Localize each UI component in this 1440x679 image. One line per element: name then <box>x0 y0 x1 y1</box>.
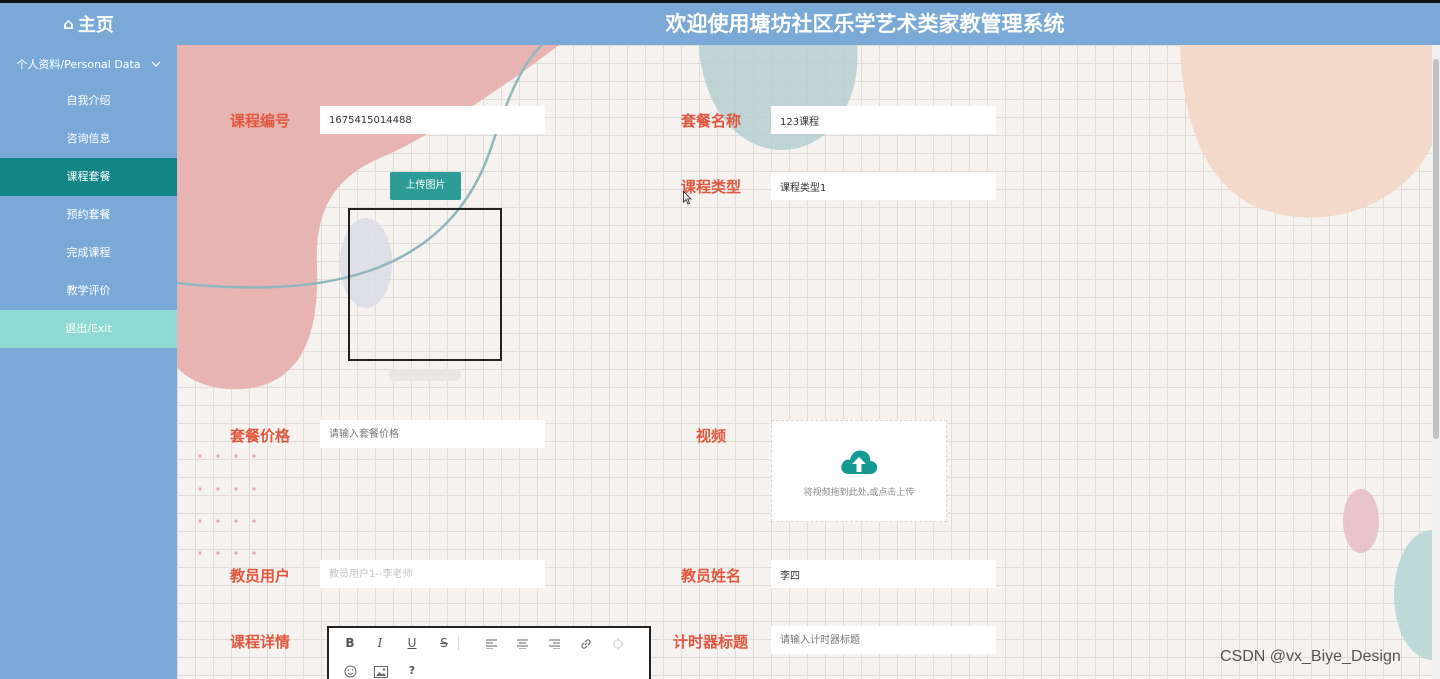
app-title: 欢迎使用塘坊社区乐学艺术类家教管理系统 <box>665 12 1065 36</box>
course-type-input[interactable] <box>771 172 996 200</box>
link-icon[interactable] <box>576 633 596 653</box>
mouse-cursor-icon <box>683 190 693 209</box>
package-name-input[interactable] <box>771 106 996 134</box>
upload-image-button[interactable]: 上传图片 <box>390 172 461 200</box>
strikethrough-button[interactable]: S <box>434 633 454 653</box>
sidebar: 个人资料/Personal Data 自我介绍 咨询信息 课程套餐 预约套餐 完… <box>0 45 177 679</box>
image-icon[interactable] <box>371 661 391 679</box>
scrollbar-thumb[interactable] <box>1433 59 1439 439</box>
align-right-icon[interactable] <box>544 633 564 653</box>
home-link[interactable]: ⌂ 主页 <box>0 3 177 45</box>
package-price-input[interactable] <box>320 420 545 448</box>
sidebar-item-consult-info[interactable]: 咨询信息 <box>0 120 177 158</box>
italic-button[interactable]: I <box>370 633 390 653</box>
sidebar-item-booking-package[interactable]: 预约套餐 <box>0 196 177 234</box>
sidebar-item-completed-course[interactable]: 完成课程 <box>0 234 177 272</box>
emoji-icon[interactable] <box>340 661 360 679</box>
video-upload-hint: 将视频拖到此处,或点击上传 <box>803 488 915 498</box>
cloud-upload-icon <box>772 448 946 480</box>
teacher-name-label: 教员姓名 <box>681 567 742 585</box>
course-no-label: 课程编号 <box>230 112 291 130</box>
underline-button[interactable]: U <box>402 633 422 653</box>
help-button[interactable]: ? <box>402 661 422 679</box>
video-upload-dropzone[interactable]: 将视频拖到此处,或点击上传 <box>771 420 947 522</box>
align-left-icon[interactable] <box>481 633 501 653</box>
timer-title-input[interactable] <box>771 626 996 654</box>
home-label: 主页 <box>77 15 114 36</box>
sidebar-group-personal-data[interactable]: 个人资料/Personal Data <box>0 45 177 82</box>
unlink-icon[interactable] <box>608 633 628 653</box>
sidebar-item-teaching-review[interactable]: 教学评价 <box>0 272 177 310</box>
top-bar: ⌂ 主页 欢迎使用塘坊社区乐学艺术类家教管理系统 <box>0 0 1440 45</box>
sidebar-group-label: 个人资料/Personal Data <box>16 57 141 71</box>
timer-title-label: 计时器标题 <box>673 633 749 651</box>
sidebar-item-course-package[interactable]: 课程套餐 <box>0 158 177 196</box>
align-center-icon[interactable] <box>512 633 532 653</box>
watermark: CSDN @vx_Biye_Design <box>1220 648 1401 665</box>
teacher-name-input[interactable] <box>771 560 996 588</box>
toolbar-divider <box>458 636 459 650</box>
sidebar-item-exit[interactable]: 退出/Exit <box>0 310 177 348</box>
course-no-input[interactable] <box>320 106 545 134</box>
image-preview-box <box>348 208 502 361</box>
chevron-down-icon <box>151 57 161 70</box>
course-detail-label: 课程详情 <box>230 633 291 651</box>
rich-text-editor[interactable]: B I U S ? <box>327 626 651 679</box>
vertical-scrollbar[interactable] <box>1432 45 1440 679</box>
home-icon: ⌂ <box>63 15 74 33</box>
package-price-label: 套餐价格 <box>230 427 291 445</box>
teacher-user-input[interactable] <box>320 560 545 588</box>
video-label: 视频 <box>696 427 727 445</box>
package-name-label: 套餐名称 <box>681 112 742 130</box>
sidebar-item-self-intro[interactable]: 自我介绍 <box>0 82 177 120</box>
teacher-user-label: 教员用户 <box>230 567 291 585</box>
bold-button[interactable]: B <box>340 633 360 653</box>
